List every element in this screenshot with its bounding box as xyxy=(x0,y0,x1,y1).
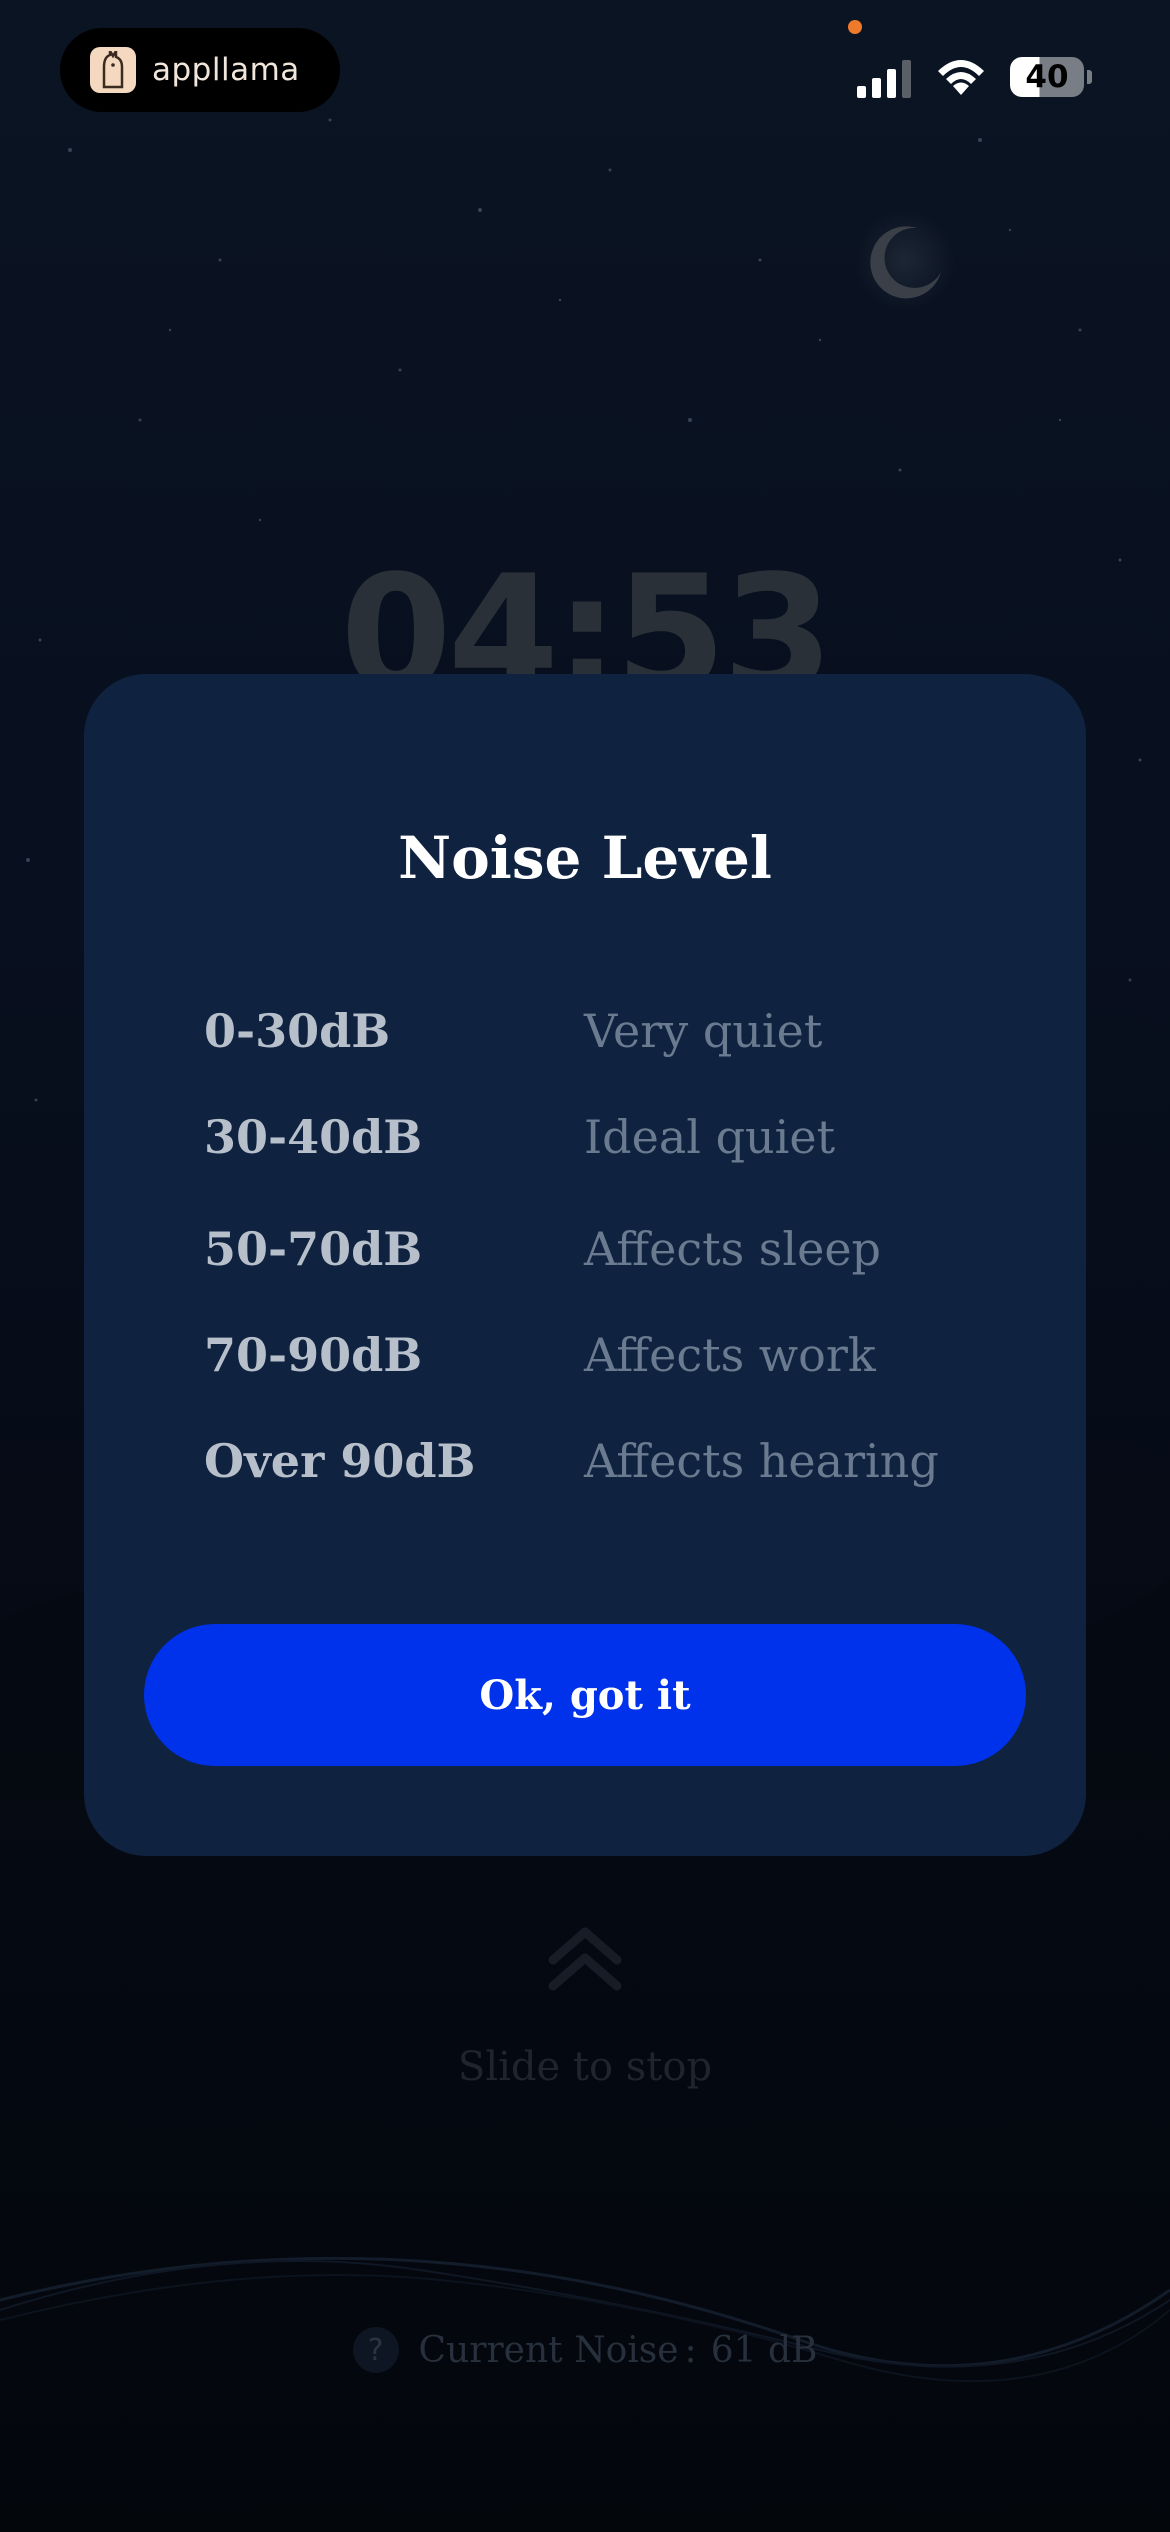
help-icon[interactable]: ? xyxy=(352,2327,399,2373)
llama-logo-icon xyxy=(90,47,136,93)
noise-range: 50-70dB xyxy=(204,1222,423,1276)
slide-to-stop-label: Slide to stop xyxy=(457,2044,713,2090)
noise-range: 70-90dB xyxy=(204,1328,423,1382)
noise-range: 0-30dB xyxy=(204,1004,391,1058)
current-noise-indicator: ? Current Noise : 61 dB xyxy=(0,2320,1170,2380)
noise-level-row: 50-70dB Affects sleep xyxy=(204,1222,1004,1292)
battery-level: 40 xyxy=(1025,59,1069,95)
noise-description: Affects hearing xyxy=(584,1434,939,1488)
noise-description: Affects sleep xyxy=(584,1222,882,1276)
status-bar: appllama 40 xyxy=(0,0,1170,140)
noise-description: Affects work xyxy=(584,1328,876,1382)
current-noise-value: 61 dB xyxy=(710,2329,818,2371)
noise-level-dialog: Noise Level 0-30dB Very quiet 30-40dB Id… xyxy=(84,674,1086,1856)
brand-name: appllama xyxy=(152,52,300,88)
chevron-up-icon xyxy=(548,1927,622,1991)
noise-description: Very quiet xyxy=(584,1004,823,1058)
noise-level-row: 70-90dB Affects work xyxy=(204,1328,1004,1398)
dialog-title: Noise Level xyxy=(398,824,772,892)
noise-description: Ideal quiet xyxy=(584,1110,836,1164)
privacy-indicator-dot xyxy=(848,20,862,34)
current-noise-separator: : xyxy=(684,2329,697,2371)
battery-icon: 40 xyxy=(1010,57,1092,97)
brand-badge: appllama xyxy=(60,28,340,112)
moon-icon xyxy=(855,210,955,310)
noise-level-row: 30-40dB Ideal quiet xyxy=(204,1110,1004,1180)
noise-level-row: Over 90dB Affects hearing xyxy=(204,1434,1004,1504)
wifi-icon xyxy=(938,60,984,95)
noise-range: 30-40dB xyxy=(204,1110,423,1164)
noise-range: Over 90dB xyxy=(204,1434,476,1488)
current-noise-label: Current Noise xyxy=(418,2329,679,2371)
ok-got-it-button[interactable]: Ok, got it xyxy=(144,1624,1026,1766)
signal-icon xyxy=(857,60,911,98)
noise-level-row: 0-30dB Very quiet xyxy=(204,1004,1004,1074)
